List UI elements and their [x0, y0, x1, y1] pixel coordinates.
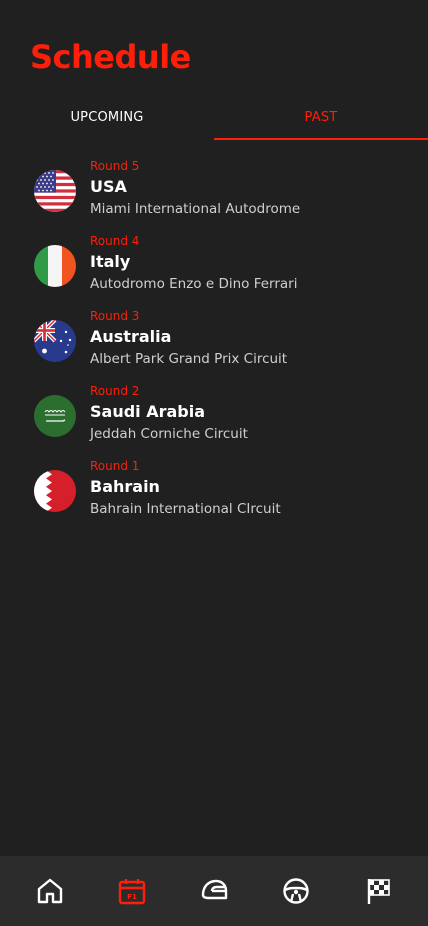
race-country-name: Saudi Arabia: [90, 402, 206, 421]
race-item-bahrain[interactable]: Round 1 Bahrain Bahrain International CI…: [0, 457, 428, 532]
race-circuit-name: Albert Park Grand Prix Circuit: [90, 351, 288, 367]
saudi-arabia-flag-icon: [34, 395, 76, 437]
race-round-label: Round 5: [90, 159, 140, 173]
race-country-name: Bahrain: [90, 477, 160, 496]
race-item-italy[interactable]: Round 4 Italy Autodromo Enzo e Dino Ferr…: [0, 232, 428, 307]
page-title: Schedule: [30, 38, 191, 76]
race-round-label: Round 3: [90, 309, 140, 323]
home-icon[interactable]: [35, 876, 65, 906]
checkered-flag-icon[interactable]: [363, 876, 393, 906]
usa-flag-icon: [34, 170, 76, 212]
race-country-name: Australia: [90, 327, 172, 346]
race-item-saudi-arabia[interactable]: Round 2 Saudi Arabia Jeddah Corniche Cir…: [0, 382, 428, 457]
calendar-badge-label: F1: [127, 893, 137, 901]
race-country-name: USA: [90, 177, 127, 196]
race-item-australia[interactable]: Round 3 Australia Albert Park Grand Prix…: [0, 307, 428, 382]
race-circuit-name: Jeddah Corniche Circuit: [90, 426, 248, 442]
calendar-icon[interactable]: F1: [117, 876, 147, 906]
steering-wheel-icon[interactable]: [281, 876, 311, 906]
race-item-usa[interactable]: Round 5 USA Miami International Autodrom…: [0, 157, 428, 232]
schedule-tabs: UPCOMING PAST: [0, 96, 428, 140]
tab-upcoming[interactable]: UPCOMING: [0, 96, 214, 138]
race-circuit-name: Autodromo Enzo e Dino Ferrari: [90, 276, 298, 292]
race-circuit-name: Miami International Autodrome: [90, 201, 301, 217]
race-circuit-name: Bahrain International CIrcuit: [90, 501, 281, 517]
italy-flag-icon: [34, 245, 76, 287]
race-round-label: Round 2: [90, 384, 140, 398]
bottom-navigation-bar: F1: [0, 856, 428, 926]
race-country-name: Italy: [90, 252, 131, 271]
racing-helmet-icon[interactable]: [199, 876, 229, 906]
race-round-label: Round 1: [90, 459, 140, 473]
race-round-label: Round 4: [90, 234, 140, 248]
race-list: Round 5 USA Miami International Autodrom…: [0, 157, 428, 532]
tab-past[interactable]: PAST: [214, 96, 428, 140]
bahrain-flag-icon: [34, 470, 76, 512]
australia-flag-icon: [34, 320, 76, 362]
